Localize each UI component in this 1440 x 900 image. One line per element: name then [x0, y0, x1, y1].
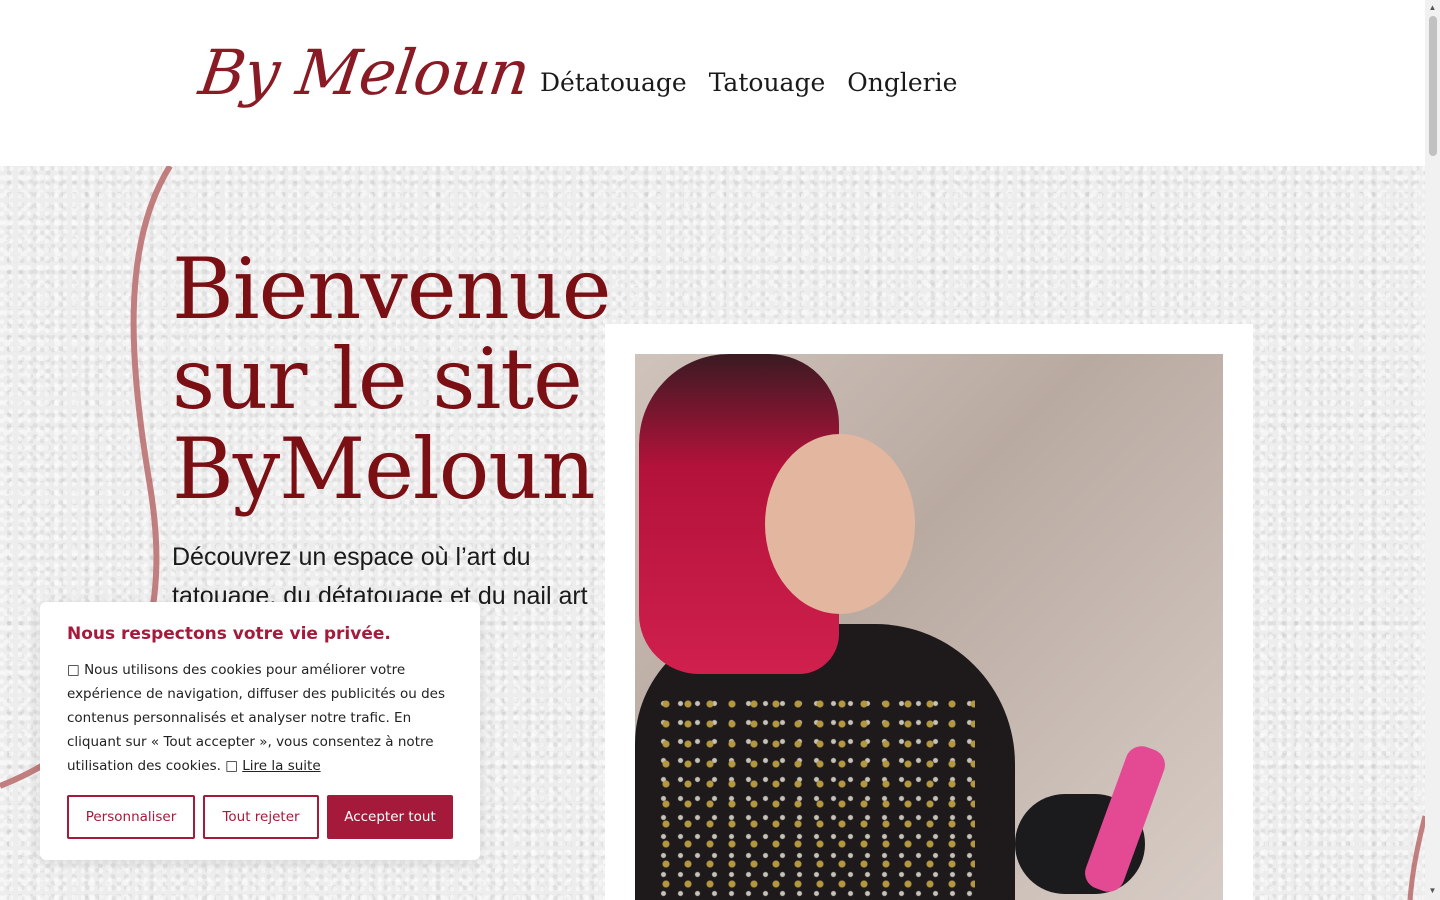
link-icon: □	[225, 758, 238, 774]
scroll-up-arrow-icon[interactable]: ▲	[1427, 3, 1438, 13]
main-nav: Détatouage Tatouage Onglerie	[540, 68, 957, 97]
hero-photo	[635, 354, 1223, 900]
cookie-title: Nous respectons votre vie privée.	[67, 624, 391, 644]
accept-all-button[interactable]: Accepter tout	[327, 795, 453, 839]
nav-link-onglerie[interactable]: Onglerie	[847, 68, 957, 97]
nav-link-detatouage[interactable]: Détatouage	[540, 68, 687, 97]
read-more-link[interactable]: Lire la suite	[242, 758, 320, 774]
hero-title: Bienvenue sur le site ByMeloun	[172, 240, 611, 518]
customize-button[interactable]: Personnaliser	[67, 795, 195, 839]
scrollbar-thumb[interactable]	[1429, 16, 1437, 156]
photo-face	[765, 434, 915, 614]
logo-text: By Meloun	[194, 36, 534, 109]
cookie-banner: Nous respectons votre vie privée. □ Nous…	[40, 602, 480, 860]
site-logo[interactable]: By Meloun	[195, 30, 534, 125]
hero-photo-frame	[605, 324, 1253, 900]
photo-pattern	[655, 694, 975, 900]
cookie-icon: □	[67, 662, 80, 678]
scroll-down-arrow-icon[interactable]: ▼	[1427, 886, 1438, 896]
cookie-text: □ Nous utilisons des cookies pour amélio…	[67, 658, 453, 778]
cookie-actions: Personnaliser Tout rejeter Accepter tout	[67, 795, 453, 839]
site-header: By Meloun Détatouage Tatouage Onglerie	[0, 0, 1425, 166]
nav-link-tatouage[interactable]: Tatouage	[709, 68, 826, 97]
reject-all-button[interactable]: Tout rejeter	[203, 795, 319, 839]
